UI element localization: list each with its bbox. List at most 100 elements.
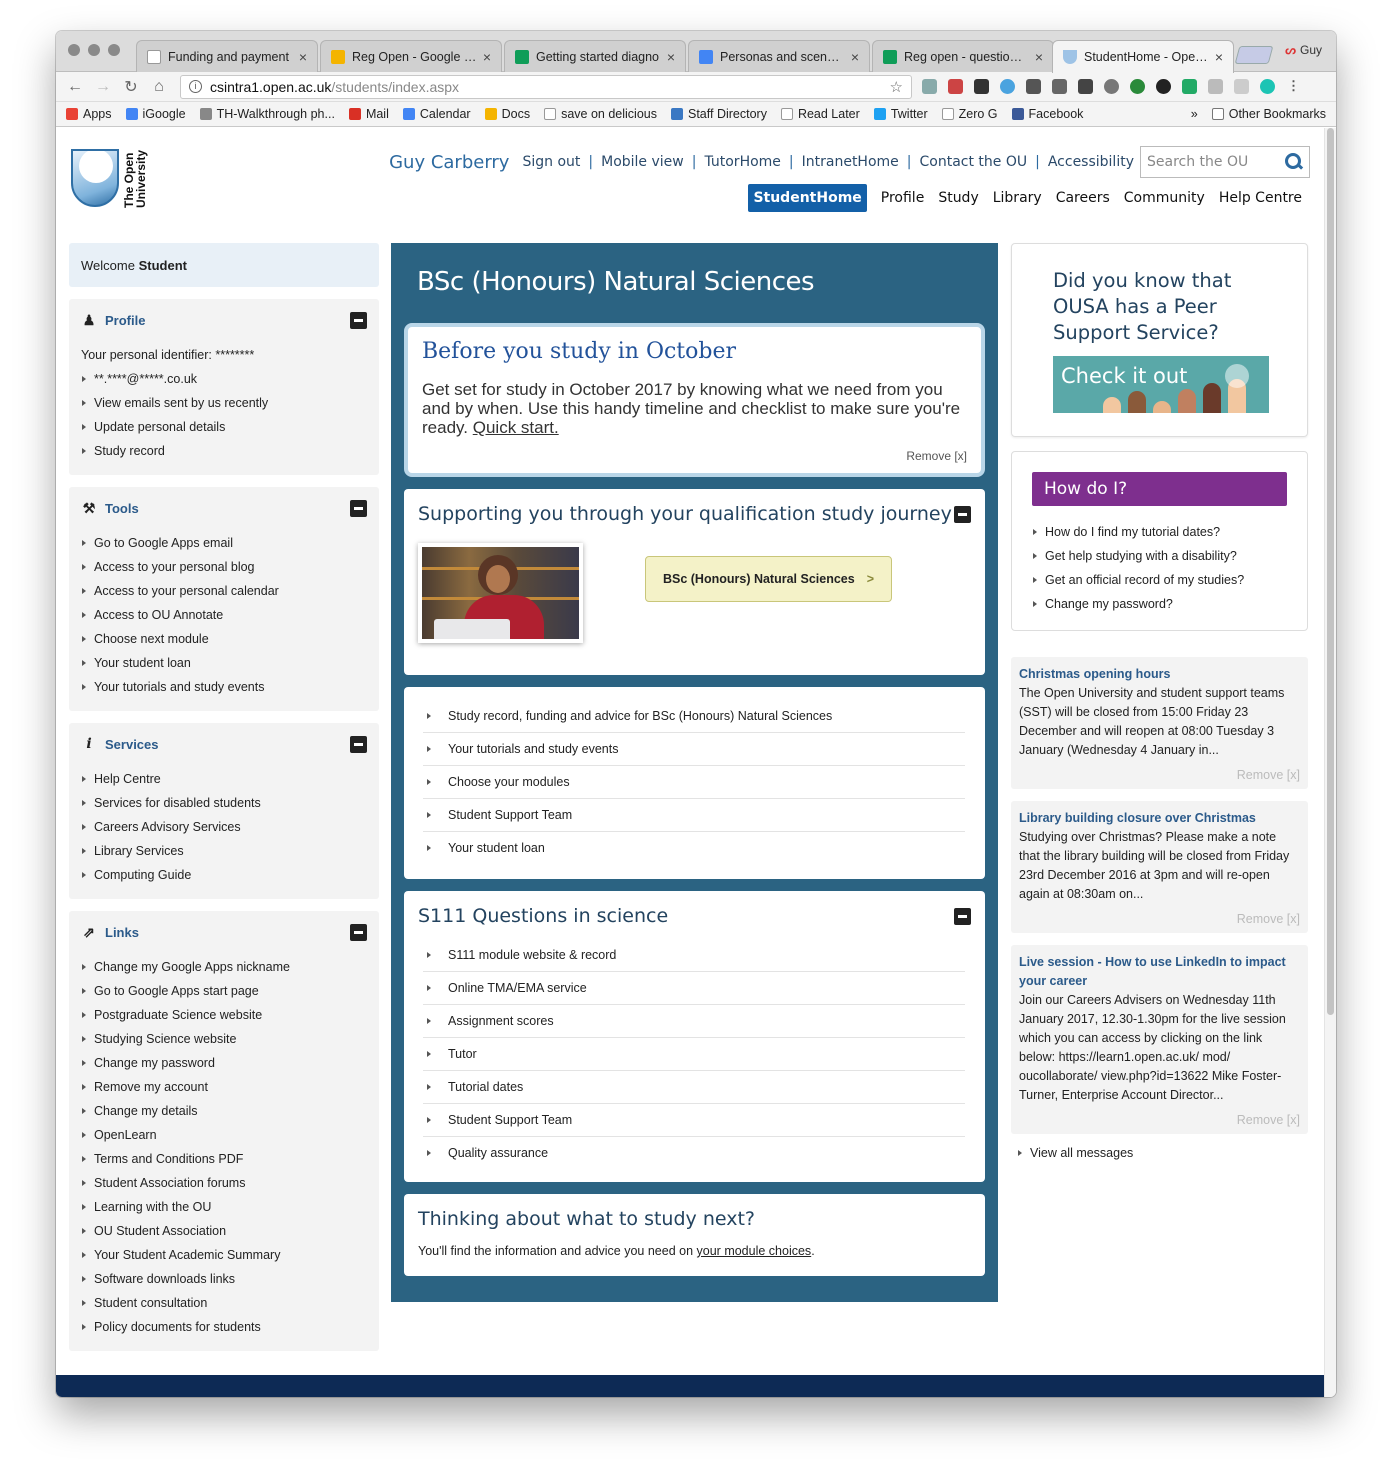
collapse-icon[interactable] xyxy=(350,923,367,941)
extension-icon[interactable] xyxy=(1234,79,1249,94)
info-icon[interactable]: i xyxy=(189,80,202,93)
services-link[interactable]: Help Centre xyxy=(81,767,367,791)
bookmark-delicious[interactable]: save on delicious xyxy=(544,107,657,121)
tutorhome-link[interactable]: TutorHome xyxy=(704,154,780,170)
collapse-icon[interactable] xyxy=(954,505,971,523)
bookmark-folder[interactable]: TH-Walkthrough ph... xyxy=(199,107,335,121)
links-link[interactable]: Your Student Academic Summary xyxy=(81,1243,367,1267)
services-link[interactable]: Computing Guide xyxy=(81,863,367,887)
profile-link[interactable]: Study record xyxy=(81,439,367,463)
services-link[interactable]: Library Services xyxy=(81,839,367,863)
bookmark-igoogle[interactable]: iGoogle xyxy=(125,107,186,121)
list-item[interactable]: Tutorial dates xyxy=(423,1071,965,1104)
nav-library[interactable]: Library xyxy=(993,190,1042,206)
minimize-window-button[interactable] xyxy=(88,44,100,56)
tools-link[interactable]: Access to your personal calendar xyxy=(81,579,367,603)
tools-link[interactable]: Choose next module xyxy=(81,627,367,651)
links-link[interactable]: Go to Google Apps start page xyxy=(81,979,367,1003)
profile-button[interactable]: ᔕ Guy xyxy=(1285,43,1322,57)
extension-icon[interactable] xyxy=(1260,79,1275,94)
extension-icon[interactable] xyxy=(948,79,963,94)
zoom-window-button[interactable] xyxy=(108,44,120,56)
links-link[interactable]: Change my Google Apps nickname xyxy=(81,955,367,979)
list-item[interactable]: Student Support Team xyxy=(423,1104,965,1137)
bookmark-facebook[interactable]: Facebook xyxy=(1011,107,1083,121)
close-tab-icon[interactable]: × xyxy=(1035,49,1043,65)
collapse-icon[interactable] xyxy=(954,907,971,925)
tools-link[interactable]: Access to OU Annotate xyxy=(81,603,367,627)
nav-study[interactable]: Study xyxy=(938,190,978,206)
list-item[interactable]: Choose your modules xyxy=(423,766,965,799)
home-icon[interactable]: ⌂ xyxy=(148,78,170,96)
close-window-button[interactable] xyxy=(68,44,80,56)
list-item[interactable]: Quality assurance xyxy=(423,1137,965,1170)
remove-message-link[interactable]: Remove [x] xyxy=(1019,910,1300,929)
other-bookmarks[interactable]: Other Bookmarks xyxy=(1211,107,1326,121)
how-do-i-link[interactable]: Get an official record of my studies? xyxy=(1032,568,1287,592)
new-tab-button[interactable] xyxy=(1234,46,1274,64)
list-item[interactable]: S111 module website & record xyxy=(423,939,965,972)
extension-icon[interactable] xyxy=(1208,79,1223,94)
links-link[interactable]: Postgraduate Science website xyxy=(81,1003,367,1027)
reload-icon[interactable]: ↻ xyxy=(120,77,142,97)
profile-email[interactable]: **.****@*****.co.uk xyxy=(81,367,367,391)
links-link[interactable]: Studying Science website xyxy=(81,1027,367,1051)
list-item[interactable]: Study record, funding and advice for BSc… xyxy=(423,700,965,733)
bookmark-mail[interactable]: Mail xyxy=(348,107,389,121)
browser-tab[interactable]: Personas and scenario × xyxy=(688,40,870,72)
module-choices-link[interactable]: your module choices xyxy=(697,1244,812,1258)
links-link[interactable]: OU Student Association xyxy=(81,1219,367,1243)
close-tab-icon[interactable]: × xyxy=(299,49,307,65)
list-item[interactable]: Online TMA/EMA service xyxy=(423,972,965,1005)
bookmark-apps[interactable]: Apps xyxy=(66,107,112,121)
list-item[interactable]: Assignment scores xyxy=(423,1005,965,1038)
scrollbar-thumb[interactable] xyxy=(1327,128,1334,1015)
collapse-icon[interactable] xyxy=(350,499,367,517)
extension-icon[interactable] xyxy=(922,79,937,94)
accessibility-link[interactable]: Accessibility xyxy=(1048,154,1134,170)
contact-link[interactable]: Contact the OU xyxy=(920,154,1028,170)
extension-icon[interactable] xyxy=(1078,79,1093,94)
bookmark-docs[interactable]: Docs xyxy=(484,107,530,121)
bookmark-read-later[interactable]: Read Later xyxy=(780,107,860,121)
extension-icon[interactable] xyxy=(974,79,989,94)
ou-logo[interactable]: The Open University xyxy=(71,146,161,210)
collapse-icon[interactable] xyxy=(350,735,367,753)
collapse-icon[interactable] xyxy=(350,311,367,329)
links-link[interactable]: Software downloads links xyxy=(81,1267,367,1291)
message-title[interactable]: Library building closure over Christmas xyxy=(1019,809,1300,828)
browser-tab-active[interactable]: StudentHome - Open U × xyxy=(1052,40,1234,73)
remove-notice-link[interactable]: Remove [x] xyxy=(422,449,967,463)
links-link[interactable]: OpenLearn xyxy=(81,1123,367,1147)
extension-icon[interactable] xyxy=(1156,79,1171,94)
services-link[interactable]: Careers Advisory Services xyxy=(81,815,367,839)
profile-link[interactable]: View emails sent by us recently xyxy=(81,391,367,415)
forward-icon[interactable]: → xyxy=(92,78,114,96)
sign-out-link[interactable]: Sign out xyxy=(522,154,580,170)
bookmark-staff-directory[interactable]: Staff Directory xyxy=(670,107,767,121)
remove-message-link[interactable]: Remove [x] xyxy=(1019,766,1300,785)
close-tab-icon[interactable]: × xyxy=(851,49,859,65)
remove-message-link[interactable]: Remove [x] xyxy=(1019,1111,1300,1130)
links-link[interactable]: Terms and Conditions PDF xyxy=(81,1147,367,1171)
how-do-i-link[interactable]: Get help studying with a disability? xyxy=(1032,544,1287,568)
address-bar[interactable]: i csintra1.open.ac.uk/students/index.asp… xyxy=(180,74,912,99)
bookmark-star-icon[interactable]: ☆ xyxy=(890,78,903,96)
nav-community[interactable]: Community xyxy=(1124,190,1205,206)
extension-icon[interactable] xyxy=(1000,79,1015,94)
links-link[interactable]: Learning with the OU xyxy=(81,1195,367,1219)
links-link[interactable]: Policy documents for students xyxy=(81,1315,367,1339)
browser-tab[interactable]: Funding and payment × xyxy=(136,40,318,72)
browser-tab[interactable]: Getting started diagno × xyxy=(504,40,686,72)
extension-icon[interactable] xyxy=(1130,79,1145,94)
tools-link[interactable]: Access to your personal blog xyxy=(81,555,367,579)
links-link[interactable]: Change my password xyxy=(81,1051,367,1075)
menu-icon[interactable]: ⋮ xyxy=(1286,79,1301,94)
close-tab-icon[interactable]: × xyxy=(1215,49,1223,65)
nav-careers[interactable]: Careers xyxy=(1056,190,1110,206)
nav-help-centre[interactable]: Help Centre xyxy=(1219,190,1302,206)
extension-icon[interactable] xyxy=(1026,79,1041,94)
how-do-i-link[interactable]: How do I find my tutorial dates? xyxy=(1032,520,1287,544)
qualification-button[interactable]: BSc (Honours) Natural Sciences > xyxy=(645,556,892,602)
bookmark-twitter[interactable]: Twitter xyxy=(873,107,928,121)
